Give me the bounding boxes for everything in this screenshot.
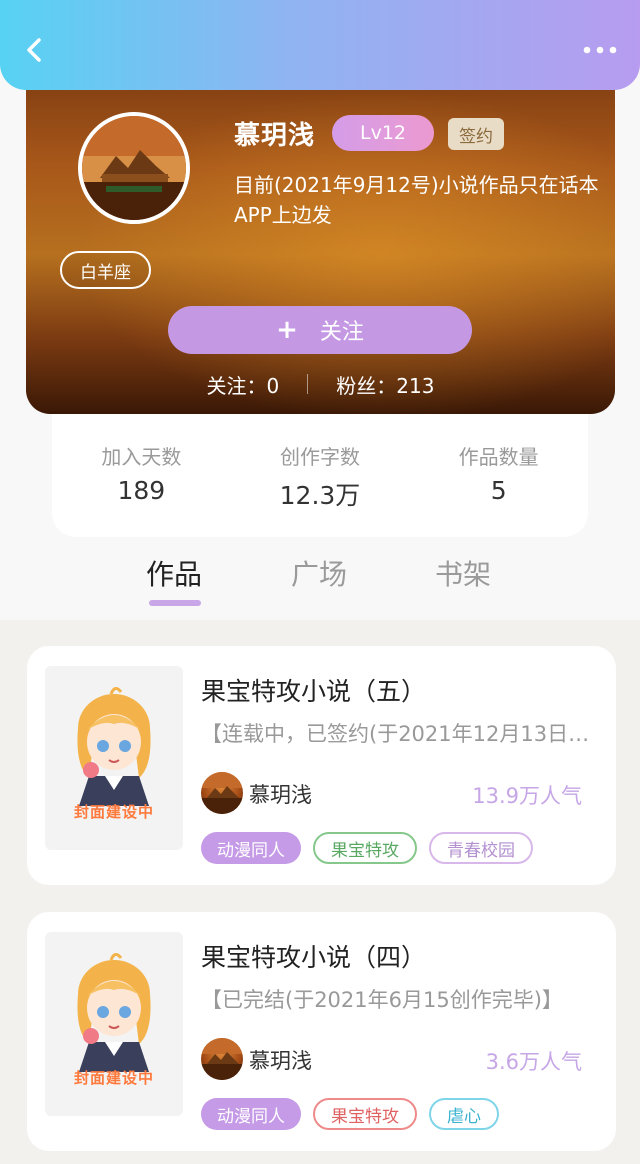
tab-works[interactable]: 作品: [146, 553, 202, 593]
cover-character-illustration: [77, 687, 151, 806]
back-button[interactable]: [14, 30, 54, 70]
stat-label: 作品数量: [458, 445, 539, 469]
stat-join-days: 加入天数 189: [61, 441, 221, 537]
stat-value: 12.3万: [279, 481, 361, 510]
level-badge: Lv12: [332, 115, 434, 151]
author-avatar: [201, 772, 243, 814]
popularity-count: 3.6万人气: [485, 1050, 582, 1074]
profile-name: 慕玥浅: [234, 121, 316, 151]
tag[interactable]: 虐心: [429, 1098, 499, 1130]
more-button[interactable]: [578, 30, 622, 70]
profile-hero: 白羊座 慕玥浅 Lv12 签约 目前(2021年9月12号)小说作品只在话本 A…: [26, 60, 615, 414]
work-description: 【连载中，已签约(于2021年12月13日签约)】: [201, 722, 601, 746]
follow-button[interactable]: + 关注: [168, 306, 472, 354]
profile-bio: 目前(2021年9月12号)小说作品只在话本 APP上边发: [234, 173, 599, 227]
stat-works-count: 作品数量 5: [419, 441, 579, 537]
stat-value: 189: [117, 476, 166, 505]
chevron-left-icon: [27, 38, 41, 62]
tag[interactable]: 果宝特攻: [313, 1098, 417, 1130]
tag[interactable]: 动漫同人: [201, 1098, 301, 1130]
work-description: 【已完结(于2021年6月15创作完毕)】: [201, 988, 563, 1012]
active-tab-indicator: [149, 600, 201, 606]
cover-placeholder-label: 封面建设中: [73, 803, 154, 821]
tag-list: 动漫同人 果宝特攻 虐心: [201, 1098, 499, 1130]
work-title[interactable]: 果宝特攻小说（五）: [201, 672, 426, 708]
avatar[interactable]: [78, 112, 190, 224]
stat-word-count: 创作字数 12.3万: [240, 441, 400, 537]
tag-list: 动漫同人 果宝特攻 青春校园: [201, 832, 533, 864]
tab-square[interactable]: 广场: [291, 553, 347, 593]
stat-label: 创作字数: [279, 445, 360, 469]
plus-icon: +: [276, 315, 298, 345]
popularity-count: 13.9万人气: [472, 784, 582, 808]
author-name: 慕玥浅: [249, 783, 312, 807]
tag[interactable]: 果宝特攻: [313, 832, 417, 864]
followers-count[interactable]: 粉丝：213: [336, 370, 434, 399]
stat-value: 5: [490, 476, 507, 505]
more-dots-icon: [583, 46, 617, 54]
author-name: 慕玥浅: [249, 1049, 312, 1073]
book-cover[interactable]: 封面建设中: [45, 932, 183, 1116]
counts-divider: [307, 374, 309, 394]
author-avatar: [201, 1038, 243, 1080]
follow-counts: 关注：0 粉丝：213: [26, 366, 615, 402]
following-count[interactable]: 关注：0: [207, 370, 280, 399]
work-card[interactable]: 封面建设中 果宝特攻小说（四） 【已完结(于2021年6月15创作完毕)】 慕玥…: [27, 912, 616, 1151]
work-card[interactable]: 封面建设中 果宝特攻小说（五） 【连载中，已签约(于2021年12月13日签约)…: [27, 646, 616, 885]
top-bar: [0, 0, 640, 90]
tab-bookshelf[interactable]: 书架: [435, 553, 491, 593]
book-cover[interactable]: 封面建设中: [45, 666, 183, 850]
zodiac-badge: 白羊座: [60, 251, 151, 289]
stat-label: 加入天数: [101, 445, 182, 469]
content-tabs: 作品 广场 书架: [0, 545, 640, 606]
cover-placeholder-label: 封面建设中: [73, 1069, 154, 1087]
tag[interactable]: 青春校园: [429, 832, 533, 864]
stats-panel: 加入天数 189 创作字数 12.3万 作品数量 5: [52, 405, 588, 537]
cover-character-illustration: [77, 953, 151, 1072]
tag[interactable]: 动漫同人: [201, 832, 301, 864]
follow-button-label: 关注: [319, 320, 364, 345]
signed-badge: 签约: [448, 118, 504, 150]
work-title[interactable]: 果宝特攻小说（四）: [201, 938, 426, 974]
